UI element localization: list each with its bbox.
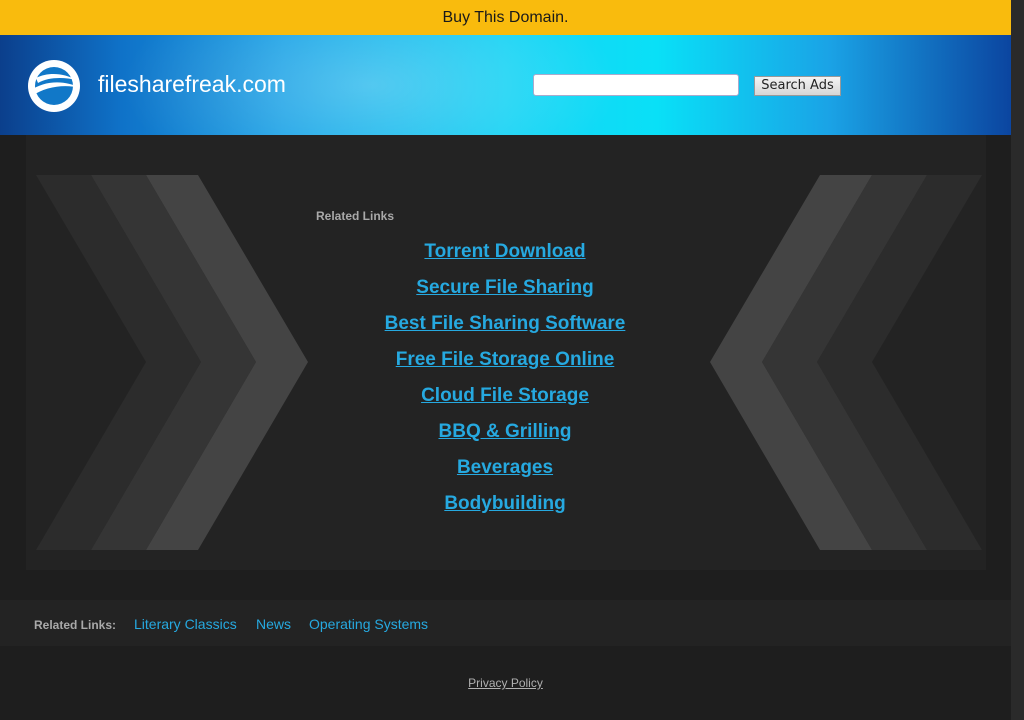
site-name[interactable]: filesharefreak.com (98, 71, 286, 98)
footer-related-label: Related Links: (34, 618, 117, 632)
related-link-bbq-grilling[interactable]: BBQ & Grilling (305, 418, 705, 454)
site-header: filesharefreak.com Search Ads (0, 35, 1011, 135)
search-ads-button[interactable]: Search Ads (754, 76, 841, 96)
footer-link-news[interactable]: News (256, 616, 291, 632)
search-input[interactable] (533, 74, 739, 96)
left-chevron-decoration (36, 175, 308, 550)
related-link-best-file-sharing-software[interactable]: Best File Sharing Software (305, 310, 705, 346)
related-link-cloud-file-storage[interactable]: Cloud File Storage (305, 382, 705, 418)
footer-link-literary-classics[interactable]: Literary Classics (134, 616, 237, 632)
related-links-heading: Related Links (316, 209, 395, 223)
buy-domain-banner[interactable]: Buy This Domain. (0, 0, 1011, 35)
related-link-torrent-download[interactable]: Torrent Download (305, 238, 705, 274)
related-links-list: Torrent Download Secure File Sharing Bes… (305, 238, 705, 526)
right-chevron-decoration (710, 175, 982, 550)
buy-domain-text[interactable]: Buy This Domain. (443, 9, 569, 26)
footer-related-links: Related Links: Literary Classics News Op… (0, 600, 1011, 646)
related-link-secure-file-sharing[interactable]: Secure File Sharing (305, 274, 705, 310)
footer-link-operating-systems[interactable]: Operating Systems (309, 616, 428, 632)
related-link-beverages[interactable]: Beverages (305, 454, 705, 490)
related-link-bodybuilding[interactable]: Bodybuilding (305, 490, 705, 526)
globe-swoosh-icon (28, 60, 80, 112)
privacy-policy-link[interactable]: Privacy Policy (0, 676, 1011, 690)
vertical-scrollbar[interactable] (1011, 0, 1024, 720)
related-link-free-file-storage-online[interactable]: Free File Storage Online (305, 346, 705, 382)
